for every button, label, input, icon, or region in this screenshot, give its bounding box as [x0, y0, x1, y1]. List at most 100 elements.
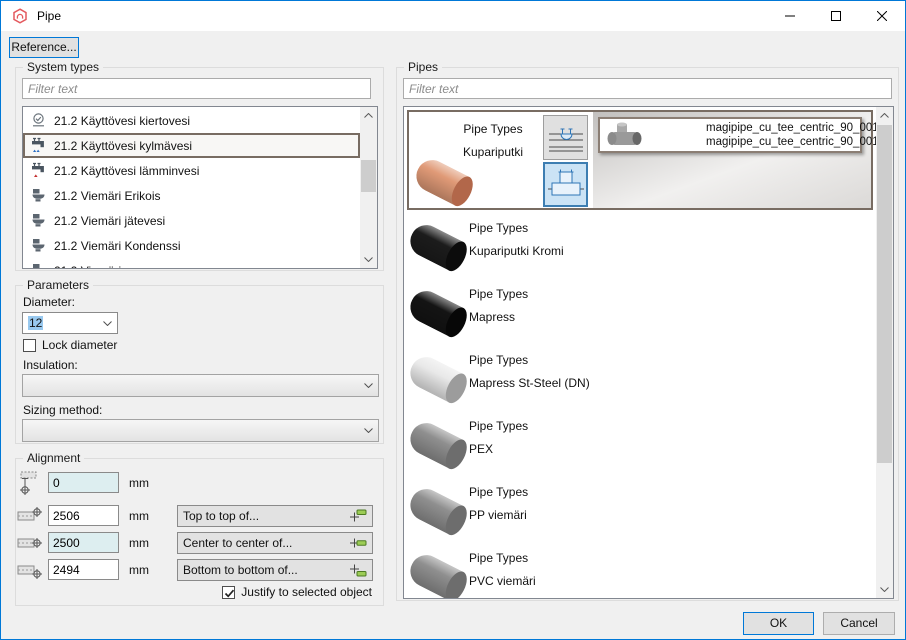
align-top-ref-icon — [17, 503, 43, 529]
chevron-down-icon — [364, 428, 373, 433]
pipes-label: Pipes — [404, 60, 442, 74]
pipe-cylinder-image — [407, 551, 471, 599]
bottom-offset-input[interactable] — [48, 559, 119, 580]
pipe-item[interactable]: Pipe Types PP viemäri — [405, 477, 875, 543]
pipe-item-name: Mapress St-Steel (DN) — [469, 376, 590, 390]
parameters-group: Parameters Diameter: 12 Lock diameter In… — [15, 285, 384, 444]
close-button[interactable] — [859, 1, 905, 30]
system-type-row[interactable]: 21.2 Viemäri rasva — [23, 258, 360, 269]
pipe-dialog: Pipe Reference... System types — [0, 0, 906, 640]
toilet-icon — [30, 187, 47, 204]
maximize-button[interactable] — [813, 1, 859, 30]
bottom-to-bottom-button[interactable]: Bottom to bottom of... — [177, 559, 373, 581]
toilet-icon — [30, 237, 47, 254]
tee-connection-button[interactable] — [543, 162, 588, 207]
checkbox-checked-icon — [222, 586, 235, 599]
system-types-list: 21.2 Käyttövesi kiertovesi 21.2 Käyttöve… — [22, 106, 378, 269]
reference-button[interactable]: Reference... — [9, 37, 79, 58]
sizing-method-combobox[interactable] — [22, 419, 379, 442]
offset-dimension-icon — [17, 470, 43, 496]
system-type-row[interactable]: 21.2 Viemäri Kondenssi — [23, 233, 360, 258]
offset-input[interactable] — [48, 472, 119, 493]
justify-checkbox[interactable]: Justify to selected object — [222, 585, 372, 599]
scroll-up-icon[interactable] — [360, 107, 377, 124]
pipe-cylinder-image — [407, 221, 471, 273]
app-icon — [12, 8, 28, 24]
pipe-item-title: Pipe Types — [469, 353, 590, 367]
align-center-target-icon — [350, 535, 367, 551]
cancel-button[interactable]: Cancel — [823, 612, 895, 635]
chevron-down-icon — [364, 383, 373, 388]
system-type-row[interactable]: 21.2 Viemäri jätevesi — [23, 208, 360, 233]
faucet-hot-icon — [30, 162, 47, 179]
ok-button[interactable]: OK — [743, 612, 814, 635]
system-types-filter-input[interactable] — [22, 78, 371, 99]
pipe-item-title: Pipe Types — [469, 485, 528, 499]
diameter-label: Diameter: — [23, 295, 75, 309]
minimize-button[interactable] — [767, 1, 813, 30]
pipe-branch-icon — [547, 119, 585, 157]
pipe-item-name: PVC viemäri — [469, 574, 536, 588]
pipe-item[interactable]: Pipe Types Mapress St-Steel (DN) — [405, 345, 875, 411]
branch-connection-button[interactable] — [543, 115, 588, 160]
pipe-item-title: Pipe Types — [469, 419, 528, 433]
parameters-label: Parameters — [23, 278, 93, 292]
insulation-combobox[interactable] — [22, 374, 379, 397]
pipe-cylinder-image — [407, 353, 471, 405]
window-title: Pipe — [37, 9, 61, 23]
system-type-row[interactable]: 21.2 Käyttövesi kiertovesi — [23, 108, 360, 133]
alignment-label: Alignment — [23, 451, 84, 465]
lock-diameter-checkbox[interactable]: Lock diameter — [23, 338, 117, 352]
pipe-cylinder-image — [413, 156, 477, 208]
pipe-item-title: Pipe Types — [469, 221, 564, 235]
fitting-selection[interactable]: magipipe_cu_tee_centric_90_001 magipipe_… — [598, 117, 862, 153]
scroll-down-icon[interactable] — [876, 581, 893, 598]
system-types-group: System types 21.2 Käyttövesi kiertovesi — [15, 67, 384, 271]
pipe-item-name: PEX — [469, 442, 528, 456]
toilet-icon — [30, 262, 47, 269]
faucet-cold-icon — [30, 137, 47, 154]
fitting-name: magipipe_cu_tee_centric_90_001 — [706, 135, 879, 149]
system-type-row-selected[interactable]: 21.2 Käyttövesi kylmävesi — [23, 133, 360, 158]
pipe-cylinder-image — [407, 419, 471, 471]
scrollbar-thumb[interactable] — [361, 160, 376, 192]
pipe-item[interactable]: Pipe Types Mapress — [405, 279, 875, 345]
pipe-item-selected[interactable]: Pipe Types Kupariputki — [407, 110, 873, 210]
pipes-filter-input[interactable] — [403, 78, 892, 99]
fitting-name: magipipe_cu_tee_centric_90_001 — [706, 121, 879, 135]
pipe-item[interactable]: Pipe Types PVC viemäri — [405, 543, 875, 599]
center-to-center-button[interactable]: Center to center of... — [177, 532, 373, 554]
center-offset-input[interactable] — [48, 532, 119, 553]
pipes-scrollbar[interactable] — [876, 107, 893, 598]
pipes-group: Pipes Pipe Types Kupariputki — [396, 67, 899, 601]
circulation-icon — [30, 112, 47, 129]
pipe-item[interactable]: Pipe Types Kupariputki Kromi — [405, 213, 875, 279]
chevron-down-icon — [103, 321, 112, 326]
scroll-down-icon[interactable] — [360, 251, 377, 268]
fittings-panel: magipipe_cu_tee_centric_90_001 magipipe_… — [593, 112, 871, 208]
titlebar: Pipe — [1, 1, 905, 31]
toilet-icon — [30, 212, 47, 229]
diameter-combobox[interactable]: 12 — [22, 312, 118, 334]
checkbox-unchecked-icon — [23, 339, 36, 352]
pipe-item-name: Kupariputki — [445, 145, 541, 159]
top-to-top-button[interactable]: Top to top of... — [177, 505, 373, 527]
system-types-label: System types — [23, 60, 103, 74]
pipe-item-title: Pipe Types — [469, 287, 528, 301]
system-types-scrollbar[interactable] — [360, 107, 377, 268]
pipe-tee-icon — [547, 166, 585, 204]
insulation-label: Insulation: — [23, 358, 78, 372]
tee-fitting-3d-icon — [604, 121, 644, 149]
pipe-item[interactable]: Pipe Types PEX — [405, 411, 875, 477]
pipe-item-title: Pipe Types — [469, 551, 536, 565]
scrollbar-thumb[interactable] — [877, 125, 892, 463]
system-type-row[interactable]: 21.2 Viemäri Erikois — [23, 183, 360, 208]
pipe-item-name: Kupariputki Kromi — [469, 244, 564, 258]
system-type-row[interactable]: 21.2 Käyttövesi lämminvesi — [23, 158, 360, 183]
pipe-cylinder-image — [407, 485, 471, 537]
alignment-group: Alignment mm mm Top to top of... — [15, 458, 384, 606]
scroll-up-icon[interactable] — [876, 107, 893, 124]
pipe-item-title: Pipe Types — [445, 122, 541, 136]
top-offset-input[interactable] — [48, 505, 119, 526]
align-top-target-icon — [350, 508, 367, 524]
